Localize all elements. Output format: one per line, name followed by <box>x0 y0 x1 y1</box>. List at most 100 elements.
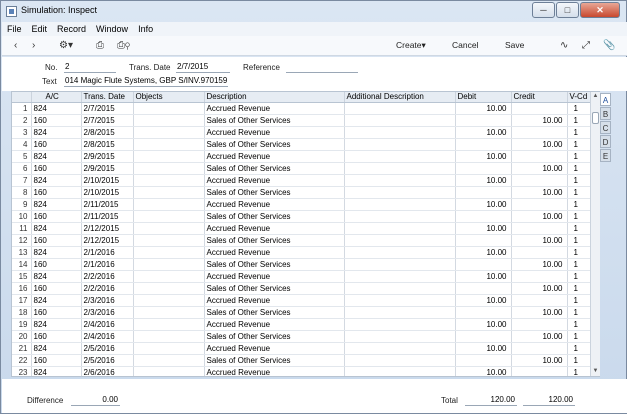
scroll-up-icon[interactable]: ▲ <box>591 92 600 101</box>
menu-file[interactable]: File <box>2 22 27 36</box>
no-field[interactable]: 2 <box>64 62 116 73</box>
table-row[interactable]: 17 824 2/3/2016 Accrued Revenue 10.00 1 <box>12 294 592 307</box>
cell-additional-description[interactable] <box>344 102 456 115</box>
cell-trans-date[interactable]: 2/11/2015 <box>81 210 134 223</box>
cell-vcd[interactable]: 1 <box>567 138 592 151</box>
cell-vcd[interactable]: 1 <box>567 102 592 115</box>
cell-debit[interactable] <box>455 138 512 151</box>
cell-objects[interactable] <box>133 354 205 367</box>
cell-vcd[interactable]: 1 <box>567 318 592 331</box>
cell-vcd[interactable]: 1 <box>567 162 592 175</box>
cell-description[interactable]: Accrued Revenue <box>204 318 345 331</box>
cell-ac[interactable]: 824 <box>31 174 82 187</box>
cell-ac[interactable]: 160 <box>31 138 82 151</box>
table-row[interactable]: 7 824 2/10/2015 Accrued Revenue 10.00 1 <box>12 174 592 187</box>
cell-objects[interactable] <box>133 174 205 187</box>
cell-objects[interactable] <box>133 210 205 223</box>
cell-trans-date[interactable]: 2/2/2016 <box>81 270 134 283</box>
table-row[interactable]: 6 160 2/9/2015 Sales of Other Services 10.00… <box>12 162 592 175</box>
cell-vcd[interactable]: 1 <box>567 282 592 295</box>
table-row[interactable]: 1 824 2/7/2015 Accrued Revenue 10.00 1 <box>12 102 592 115</box>
cell-credit[interactable] <box>511 222 568 235</box>
cell-vcd[interactable]: 1 <box>567 306 592 319</box>
cell-trans-date[interactable]: 2/8/2015 <box>81 126 134 139</box>
cell-additional-description[interactable] <box>344 270 456 283</box>
cell-objects[interactable] <box>133 246 205 259</box>
cell-description[interactable]: Sales of Other Services <box>204 306 345 319</box>
cell-debit[interactable]: 10.00 <box>455 366 512 376</box>
table-row[interactable]: 12 160 2/12/2015 Sales of Other Services 10.… <box>12 234 592 247</box>
cell-description[interactable]: Accrued Revenue <box>204 174 345 187</box>
table-row[interactable]: 15 824 2/2/2016 Accrued Revenue 10.00 1 <box>12 270 592 283</box>
cell-additional-description[interactable] <box>344 258 456 271</box>
cell-objects[interactable] <box>133 342 205 355</box>
cell-ac[interactable]: 160 <box>31 234 82 247</box>
cell-additional-description[interactable] <box>344 234 456 247</box>
cell-credit[interactable] <box>511 126 568 139</box>
table-row[interactable]: 11 824 2/12/2015 Accrued Revenue 10.00 1 <box>12 222 592 235</box>
create-button[interactable]: Create▾ <box>396 39 426 52</box>
cell-trans-date[interactable]: 2/12/2015 <box>81 234 134 247</box>
cell-trans-date[interactable]: 2/5/2016 <box>81 342 134 355</box>
cell-additional-description[interactable] <box>344 138 456 151</box>
cell-additional-description[interactable] <box>344 282 456 295</box>
cell-credit[interactable] <box>511 366 568 376</box>
cell-description[interactable]: Sales of Other Services <box>204 258 345 271</box>
tab-b[interactable]: B <box>600 107 611 120</box>
cell-objects[interactable] <box>133 270 205 283</box>
cell-ac[interactable]: 824 <box>31 150 82 163</box>
cell-trans-date[interactable]: 2/4/2016 <box>81 330 134 343</box>
table-row[interactable]: 19 824 2/4/2016 Accrued Revenue 10.00 1 <box>12 318 592 331</box>
cell-trans-date[interactable]: 2/2/2016 <box>81 282 134 295</box>
cell-trans-date[interactable]: 2/1/2016 <box>81 246 134 259</box>
cell-objects[interactable] <box>133 294 205 307</box>
cell-objects[interactable] <box>133 150 205 163</box>
cell-vcd[interactable]: 1 <box>567 222 592 235</box>
cell-vcd[interactable]: 1 <box>567 354 592 367</box>
cell-vcd[interactable]: 1 <box>567 186 592 199</box>
reference-field[interactable] <box>286 62 358 73</box>
cell-debit[interactable]: 10.00 <box>455 174 512 187</box>
cell-trans-date[interactable]: 2/10/2015 <box>81 186 134 199</box>
cell-ac[interactable]: 160 <box>31 114 82 127</box>
cell-vcd[interactable]: 1 <box>567 126 592 139</box>
cell-trans-date[interactable]: 2/3/2016 <box>81 306 134 319</box>
cell-objects[interactable] <box>133 366 205 376</box>
cell-description[interactable]: Sales of Other Services <box>204 114 345 127</box>
tab-c[interactable]: C <box>600 121 611 134</box>
cell-description[interactable]: Accrued Revenue <box>204 126 345 139</box>
table-row[interactable]: 8 160 2/10/2015 Sales of Other Services 10.0… <box>12 186 592 199</box>
cell-ac[interactable]: 824 <box>31 366 82 376</box>
cell-description[interactable]: Sales of Other Services <box>204 138 345 151</box>
cell-additional-description[interactable] <box>344 306 456 319</box>
cell-additional-description[interactable] <box>344 162 456 175</box>
cell-credit[interactable]: 10.00 <box>511 186 568 199</box>
cell-vcd[interactable]: 1 <box>567 114 592 127</box>
cell-ac[interactable]: 160 <box>31 162 82 175</box>
cell-additional-description[interactable] <box>344 330 456 343</box>
cell-vcd[interactable]: 1 <box>567 234 592 247</box>
cell-credit[interactable]: 10.00 <box>511 162 568 175</box>
cell-additional-description[interactable] <box>344 366 456 376</box>
cell-ac[interactable]: 824 <box>31 294 82 307</box>
cell-description[interactable]: Sales of Other Services <box>204 282 345 295</box>
cell-debit[interactable] <box>455 114 512 127</box>
cell-ac[interactable]: 160 <box>31 282 82 295</box>
cell-additional-description[interactable] <box>344 222 456 235</box>
cell-credit[interactable] <box>511 270 568 283</box>
table-row[interactable]: 9 824 2/11/2015 Accrued Revenue 10.00 1 <box>12 198 592 211</box>
cell-debit[interactable]: 10.00 <box>455 270 512 283</box>
cell-vcd[interactable]: 1 <box>567 246 592 259</box>
cell-credit[interactable] <box>511 318 568 331</box>
table-row[interactable]: 16 160 2/2/2016 Sales of Other Services 10.0… <box>12 282 592 295</box>
cell-additional-description[interactable] <box>344 294 456 307</box>
cell-vcd[interactable]: 1 <box>567 150 592 163</box>
cell-debit[interactable]: 10.00 <box>455 198 512 211</box>
cell-credit[interactable] <box>511 246 568 259</box>
cell-trans-date[interactable]: 2/12/2015 <box>81 222 134 235</box>
cell-additional-description[interactable] <box>344 246 456 259</box>
cell-credit[interactable]: 10.00 <box>511 306 568 319</box>
cell-objects[interactable] <box>133 138 205 151</box>
cell-additional-description[interactable] <box>344 126 456 139</box>
cell-objects[interactable] <box>133 126 205 139</box>
